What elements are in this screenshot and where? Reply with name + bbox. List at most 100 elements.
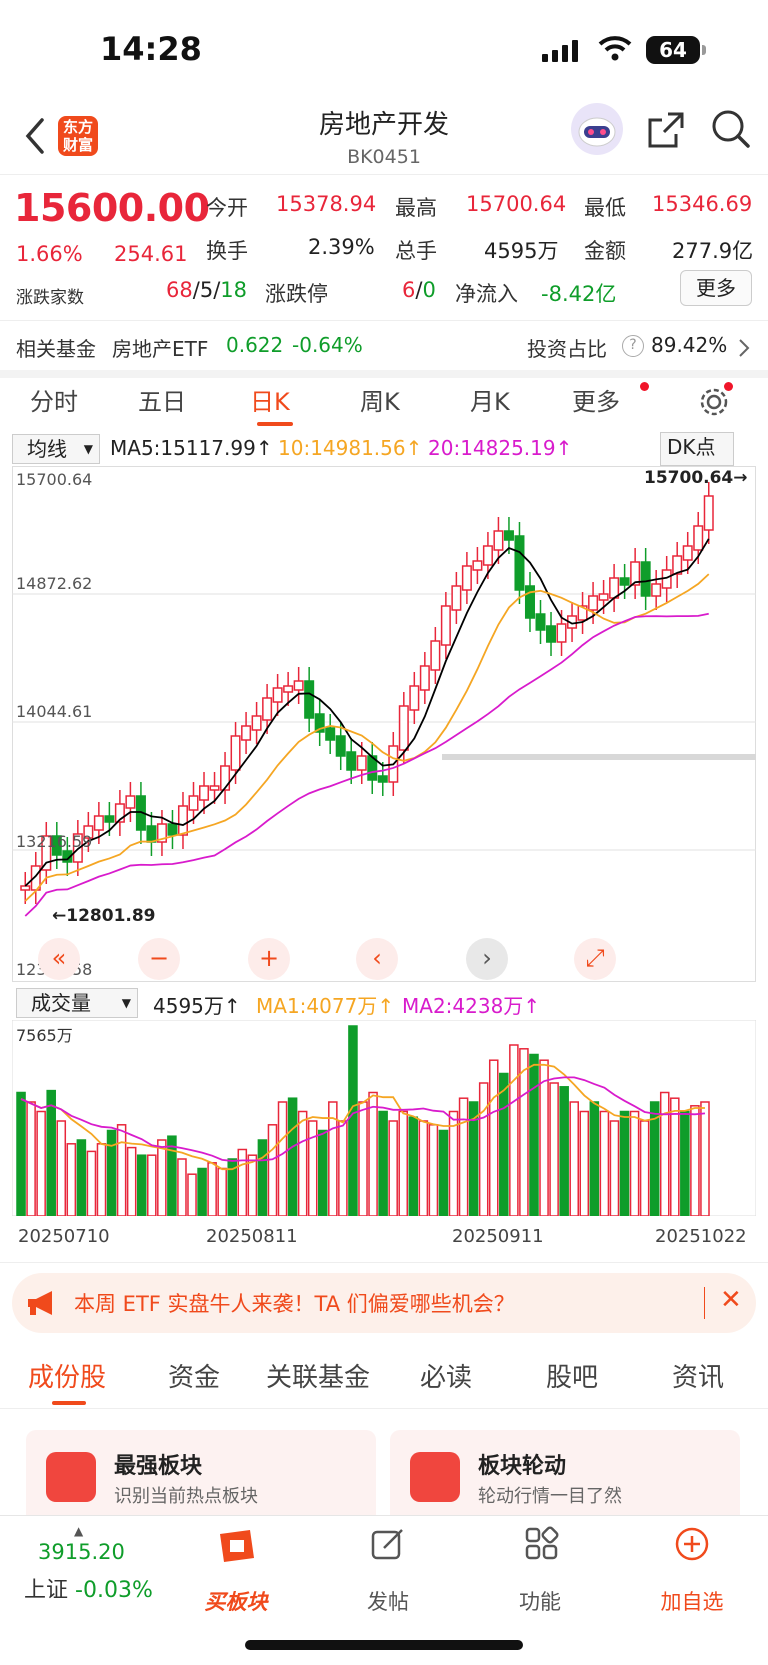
candle	[304, 680, 315, 719]
volume-bar	[126, 1146, 137, 1216]
more-button[interactable]: 更多	[680, 270, 752, 306]
candle	[209, 785, 220, 791]
robot-avatar-icon[interactable]	[570, 102, 624, 156]
current-price: 15600.00	[14, 186, 210, 230]
buy-sector-icon	[220, 1530, 254, 1562]
fund-pct: -0.64%	[292, 333, 363, 357]
y-axis-tick-2: 14872.62	[16, 574, 93, 593]
candle	[293, 680, 304, 691]
home-indicator	[245, 1640, 523, 1650]
tab-intraday[interactable]: 分时	[30, 382, 78, 417]
open-value: 15378.94	[276, 192, 377, 216]
tab-more[interactable]: 更多	[572, 382, 620, 417]
ma-select-label: 均线	[27, 437, 67, 461]
candle	[167, 823, 178, 836]
compose-icon	[371, 1529, 403, 1560]
scroll-left-fast-button[interactable]: «	[38, 938, 80, 980]
volume-bar	[26, 1101, 36, 1216]
wifi-icon	[598, 36, 632, 61]
grid-icon	[525, 1526, 559, 1560]
zoom-in-button[interactable]: +	[248, 938, 290, 980]
card-title: 最强板块	[114, 1454, 203, 1479]
promo-banner[interactable]: 本周 ETF 实盘牛人来袭！TA 们偏爱哪些机会？ ✕	[12, 1273, 756, 1333]
ma-select[interactable]: 均线 ▼	[12, 434, 100, 464]
settings-gear-icon[interactable]	[698, 386, 730, 418]
ma10-value: 10:14981.56	[278, 436, 406, 460]
candle	[703, 495, 714, 531]
volume-bar	[559, 1086, 569, 1216]
volume-bar	[136, 1154, 147, 1216]
volume-bar	[247, 1154, 258, 1216]
add-watchlist-button[interactable]: 加自选	[642, 1586, 742, 1616]
volume-bar	[257, 1139, 268, 1216]
post-button[interactable]: 发帖	[338, 1586, 438, 1616]
limit-label: 涨跌停	[265, 282, 328, 306]
fund-name[interactable]: 房地产ETF	[112, 333, 208, 362]
kline-chart[interactable]	[12, 466, 756, 982]
change-pct: 1.66%	[16, 242, 83, 266]
content-tab-indicator	[52, 1401, 86, 1405]
index-value[interactable]: 3915.20	[38, 1540, 125, 1564]
scroll-right-button[interactable]: ›	[466, 938, 508, 980]
amount-label: 金额	[584, 239, 626, 263]
turnover-label: 换手	[206, 239, 248, 263]
promo-divider	[704, 1287, 705, 1319]
tab-constituents[interactable]: 成份股	[28, 1357, 106, 1394]
updown-counts: 68/5/18	[166, 278, 247, 302]
candle	[220, 765, 231, 791]
candle	[199, 785, 210, 801]
ma-line	[24, 538, 710, 887]
buy-sector-button[interactable]: 买板块	[186, 1586, 286, 1616]
dk-point-button[interactable]: DK点	[660, 432, 734, 466]
tab-related-funds[interactable]: 关联基金	[266, 1357, 370, 1394]
y-axis-tick-1: 15700.64	[16, 470, 93, 489]
volume-bar	[207, 1162, 217, 1216]
tab-daily-k[interactable]: 日K	[250, 382, 290, 417]
volume-bar	[499, 1072, 509, 1216]
search-icon[interactable]	[710, 108, 752, 150]
index-pct-row[interactable]: 上证 -0.03%	[24, 1572, 153, 1604]
candle	[598, 593, 609, 601]
high-marker-value: 15700.64	[644, 468, 734, 488]
status-bar: 14:28 64	[0, 0, 768, 100]
candle	[93, 815, 104, 831]
candle	[524, 585, 535, 619]
volume-bar	[629, 1110, 640, 1216]
volume-bar	[116, 1124, 127, 1216]
candle	[640, 561, 651, 597]
tab-weekly-k[interactable]: 周K	[360, 382, 400, 417]
amount-value: 277.9亿	[672, 239, 754, 263]
tab-news[interactable]: 资讯	[672, 1357, 724, 1394]
chevron-right-icon[interactable]	[738, 338, 750, 358]
candle	[377, 775, 388, 783]
fullscreen-button[interactable]: ⤢	[574, 938, 616, 980]
tab-monthly-k[interactable]: 月K	[470, 382, 510, 417]
volume-bar	[157, 1139, 167, 1216]
volume-select[interactable]: 成交量 ▼	[16, 988, 138, 1018]
candle	[409, 685, 420, 711]
ma-line	[24, 612, 709, 917]
close-icon[interactable]: ✕	[720, 1285, 742, 1315]
volume-bar	[700, 1101, 710, 1216]
ma10-label: 10:14981.56↑	[278, 436, 423, 460]
function-button[interactable]: 功能	[490, 1586, 590, 1616]
candle	[503, 530, 514, 541]
volume-chart	[12, 1020, 756, 1216]
low-marker-value: 12801.89	[66, 906, 156, 926]
tab-must-read[interactable]: 必读	[420, 1357, 472, 1394]
low-marker: ←12801.89	[52, 906, 156, 926]
tab-funds[interactable]: 资金	[168, 1357, 220, 1394]
volume-y-max: 7565万	[16, 1026, 73, 1045]
scroll-left-button[interactable]: ‹	[356, 938, 398, 980]
volume-bar	[589, 1101, 600, 1216]
tab-forum[interactable]: 股吧	[546, 1357, 598, 1394]
help-icon[interactable]: ?	[622, 335, 644, 357]
volume-bar	[177, 1158, 187, 1216]
down-count: 18	[220, 278, 247, 302]
zoom-out-button[interactable]: −	[138, 938, 180, 980]
card-title: 板块轮动	[478, 1454, 567, 1479]
share-icon[interactable]	[646, 110, 686, 150]
volume-bar	[36, 1110, 46, 1216]
tab-five-day[interactable]: 五日	[138, 382, 186, 417]
volume-bar	[458, 1097, 469, 1216]
